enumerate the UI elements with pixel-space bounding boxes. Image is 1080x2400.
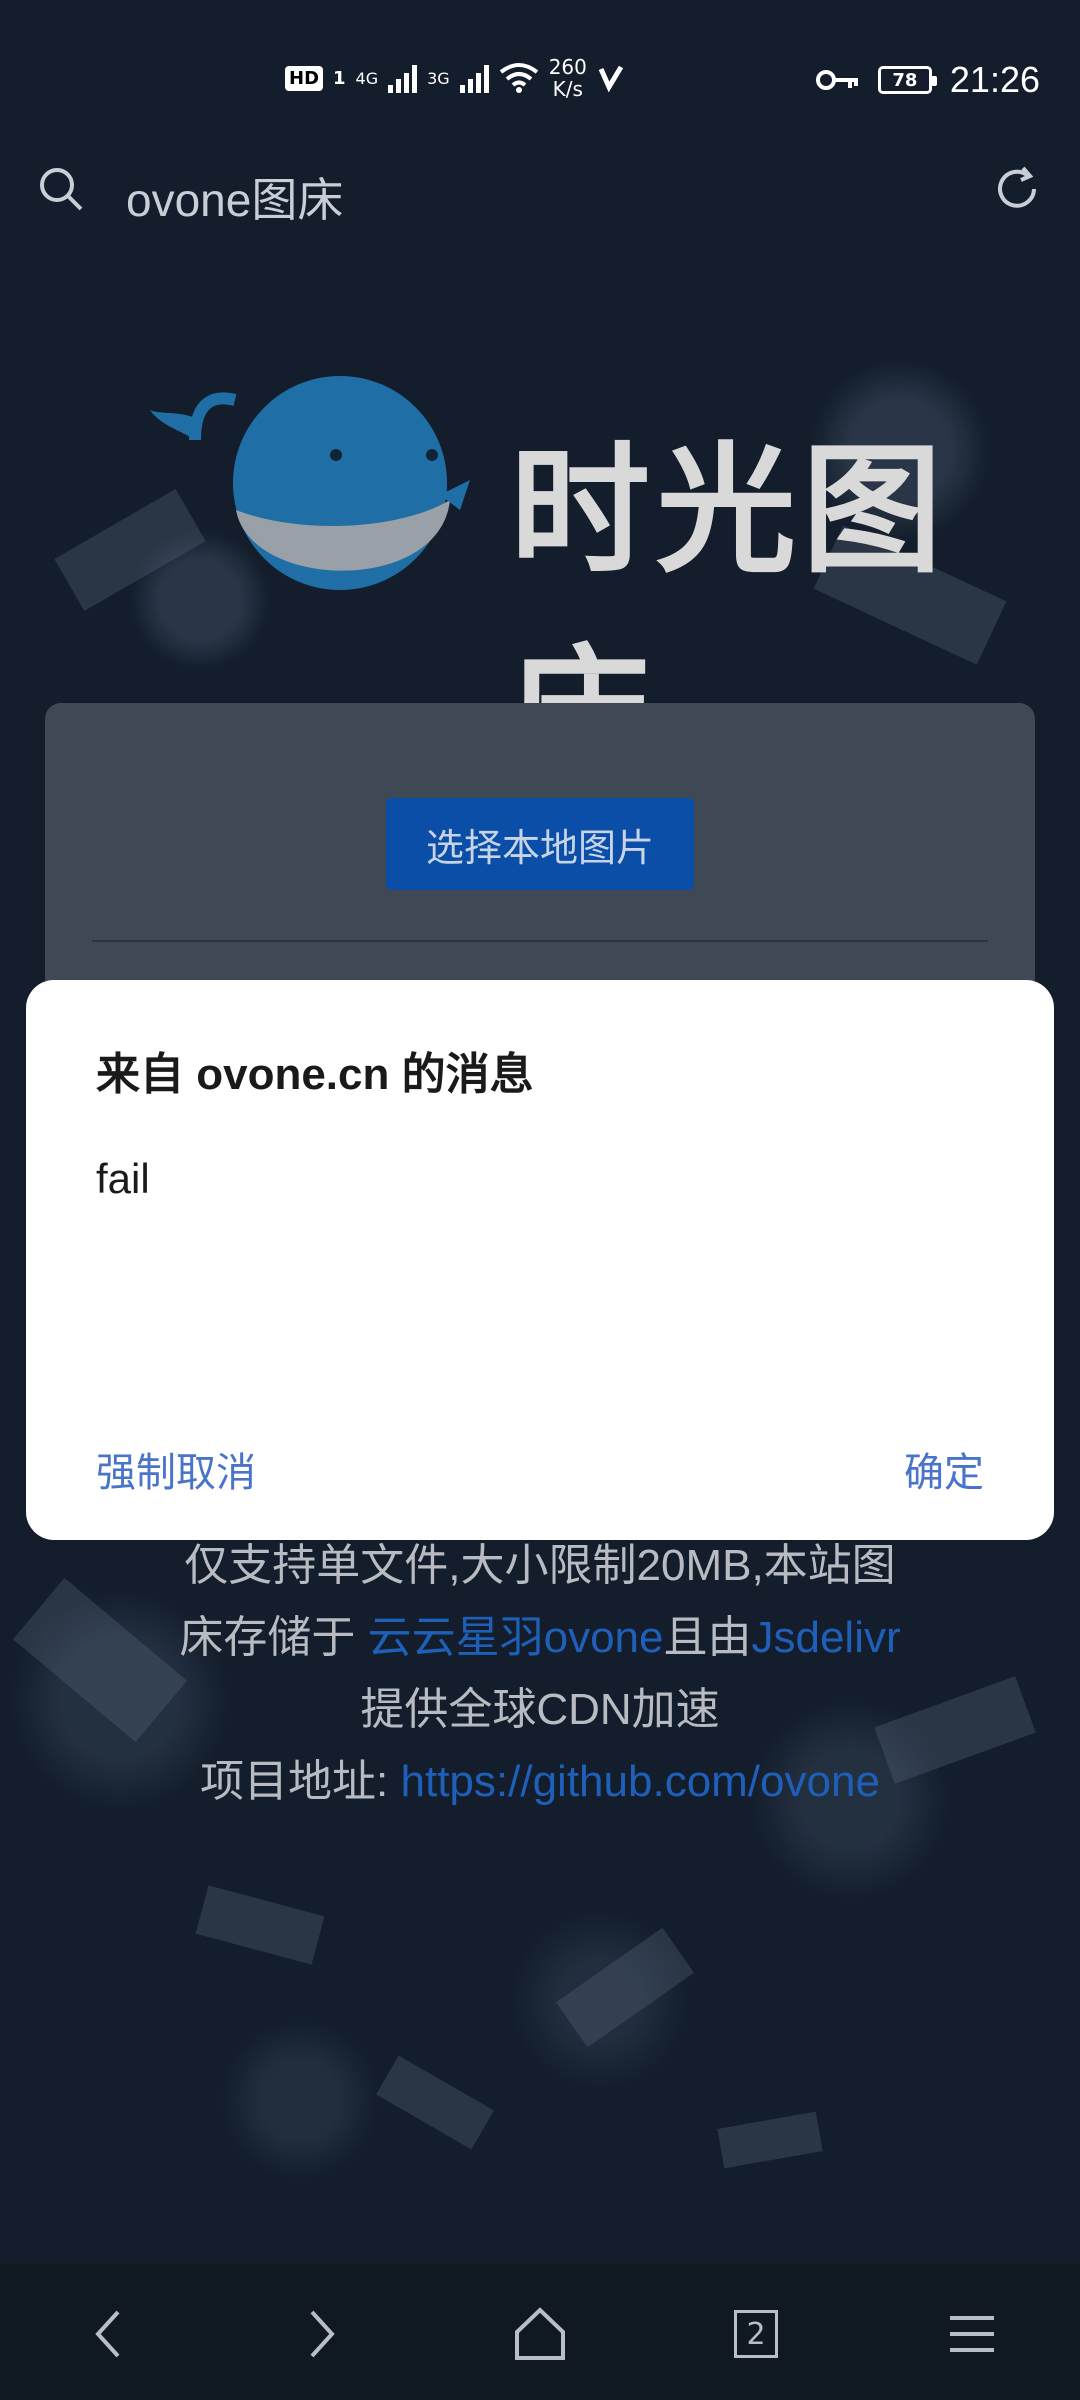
card-divider xyxy=(92,940,988,942)
address-text[interactable]: ovone图床 xyxy=(126,164,343,230)
signal-icon xyxy=(388,63,418,93)
search-icon[interactable] xyxy=(38,166,84,212)
forward-button[interactable] xyxy=(290,2302,354,2366)
alert-dialog: 来自 ovone.cn 的消息 fail 强制取消 确定 xyxy=(26,980,1054,1540)
force-cancel-button[interactable]: 强制取消 xyxy=(96,1440,256,1498)
status-bar-right: 78 21:26 xyxy=(815,50,1040,110)
bottom-navigation: 2 xyxy=(0,2264,1080,2400)
speed-value: 260 xyxy=(548,55,587,79)
info-line-2-mid: 且由 xyxy=(663,1613,752,1662)
info-line-4: 项目地址: https://github.com/ovone xyxy=(90,1746,990,1818)
speed-unit: K/s xyxy=(552,77,583,101)
signal-icon-2 xyxy=(459,63,489,93)
info-line-2-prefix: 床存储于 xyxy=(179,1613,368,1662)
back-button[interactable] xyxy=(76,2302,140,2366)
jsdelivr-link[interactable]: Jsdelivr xyxy=(751,1613,900,1662)
menu-button[interactable] xyxy=(940,2302,1004,2366)
status-bar: HD 1 4G 3G 260 K/s 78 21:26 xyxy=(0,0,1080,160)
network-speed: 260 K/s xyxy=(549,56,587,100)
battery-icon: 78 xyxy=(877,66,937,94)
info-line-1: 仅支持单文件,大小限制20MB,本站图 xyxy=(184,1541,896,1590)
network-4g-label: 4G xyxy=(355,68,379,88)
menu-icon xyxy=(950,2316,994,2352)
refresh-icon[interactable] xyxy=(992,164,1042,214)
home-button[interactable] xyxy=(508,2302,572,2366)
site-logo: 时光图床 xyxy=(140,360,1020,795)
sim-label: 1 xyxy=(333,67,346,89)
browser-address-bar[interactable]: ovone图床 xyxy=(0,150,1080,240)
confirm-button[interactable]: 确定 xyxy=(904,1440,984,1498)
tabs-button[interactable]: 2 xyxy=(724,2302,788,2366)
network-3g-label: 3G xyxy=(427,68,450,88)
clock: 21:26 xyxy=(949,59,1040,100)
whale-logo-icon xyxy=(150,376,470,590)
vpn-check-icon xyxy=(598,65,624,93)
forward-icon xyxy=(310,2310,335,2358)
dialog-title: 来自 ovone.cn 的消息 xyxy=(96,1050,534,1099)
wifi-icon xyxy=(499,63,538,93)
hd-badge: HD xyxy=(285,65,324,91)
key-icon xyxy=(815,70,858,90)
status-bar-left: HD 1 4G 3G 260 K/s xyxy=(285,48,625,108)
ovone-link[interactable]: 云云星羽ovone xyxy=(368,1613,664,1662)
back-icon xyxy=(95,2310,120,2358)
home-icon xyxy=(515,2307,565,2360)
github-link[interactable]: https://github.com/ovone xyxy=(401,1757,880,1806)
select-local-image-button[interactable]: 选择本地图片 xyxy=(386,798,694,890)
info-line-2: 床存储于 云云星羽ovone且由Jsdelivr xyxy=(90,1602,990,1674)
info-line-3: 提供全球CDN加速 xyxy=(360,1685,720,1734)
dialog-message: fail xyxy=(96,1155,150,1202)
info-text: 仅支持单文件,大小限制20MB,本站图 床存储于 云云星羽ovone且由Jsde… xyxy=(90,1530,990,1818)
tabs-icon: 2 xyxy=(734,2310,778,2358)
info-line-4-prefix: 项目地址: xyxy=(200,1757,401,1806)
